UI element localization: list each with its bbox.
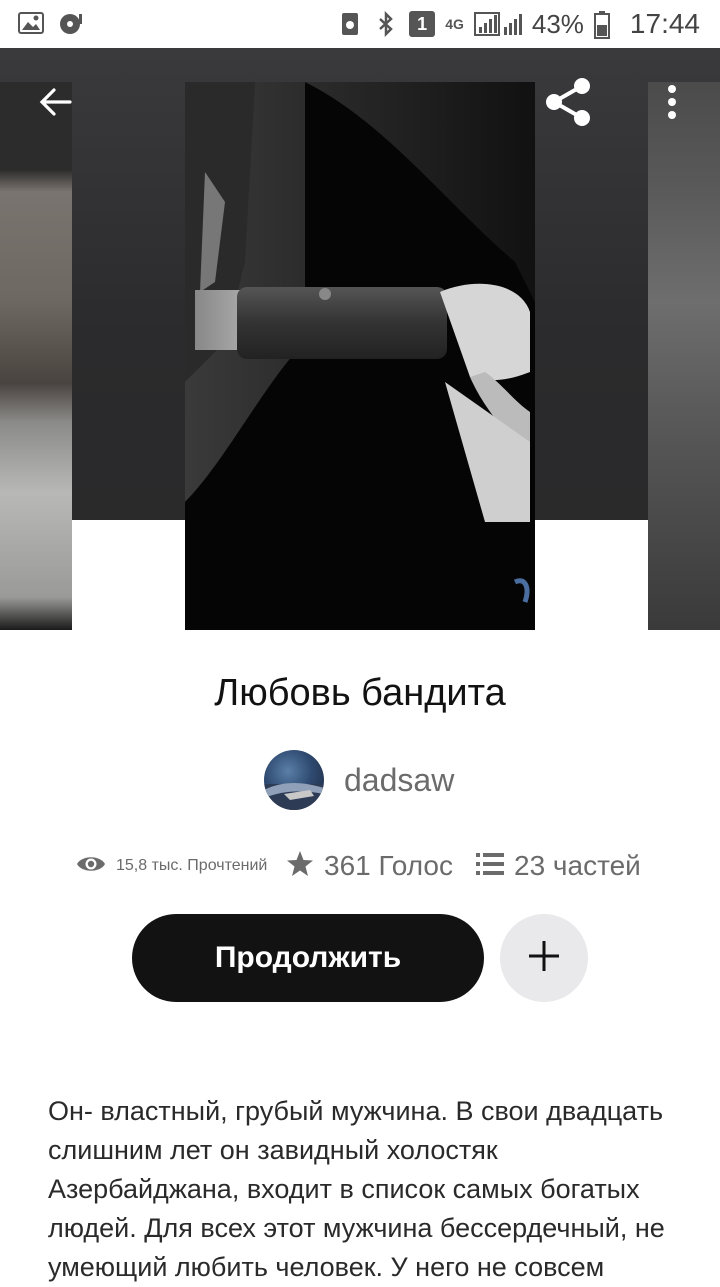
- reads-count: 15,8 тыс. Прочтений: [116, 857, 268, 874]
- eye-icon: [76, 853, 106, 880]
- signal-icon: [473, 11, 522, 37]
- battery-percentage: 43%: [531, 8, 584, 39]
- story-stats: 15,8 тыс. Прочтений 361 Голос 23 частей: [76, 846, 676, 886]
- story-cover[interactable]: [185, 82, 535, 630]
- gallery-icon: [18, 10, 44, 36]
- more-options-button[interactable]: [644, 76, 700, 132]
- back-button[interactable]: [28, 76, 84, 132]
- next-story-cover[interactable]: [648, 82, 720, 630]
- arrow-left-icon: [38, 84, 74, 125]
- author-name[interactable]: dadsaw: [344, 762, 454, 799]
- more-vertical-icon: [666, 84, 678, 125]
- parts-stat[interactable]: 23 частей: [476, 850, 641, 882]
- continue-reading-button[interactable]: Продолжить: [132, 914, 484, 1002]
- share-button[interactable]: [540, 76, 596, 132]
- votes-stat: 361 Голос: [286, 850, 476, 883]
- author-link[interactable]: dadsaw: [264, 750, 454, 810]
- bluetooth-icon: [373, 10, 399, 38]
- previous-story-cover[interactable]: [0, 82, 72, 630]
- star-icon: [286, 850, 314, 883]
- list-icon: [476, 852, 504, 881]
- share-icon: [542, 76, 594, 133]
- story-title: Любовь бандита: [214, 672, 506, 714]
- plus-icon: [527, 939, 561, 978]
- recycle-icon: [337, 11, 363, 37]
- add-to-library-button[interactable]: [500, 914, 588, 1002]
- status-bar: 1 4G 43% 17:44: [0, 0, 720, 48]
- battery-icon: [593, 11, 620, 39]
- parts-count[interactable]: 23 частей: [514, 850, 641, 882]
- sim-icon: 1: [409, 11, 436, 37]
- avatar[interactable]: [264, 750, 324, 810]
- votes-count: 361 Голос: [324, 850, 453, 881]
- network-type: 4G: [445, 16, 464, 32]
- story-description: Он- властный, грубый мужчина. В свои два…: [48, 1096, 665, 1282]
- music-icon: [58, 10, 84, 36]
- reads-stat: 15,8 тыс. Прочтений: [76, 853, 286, 880]
- clock: 17:44: [629, 8, 700, 39]
